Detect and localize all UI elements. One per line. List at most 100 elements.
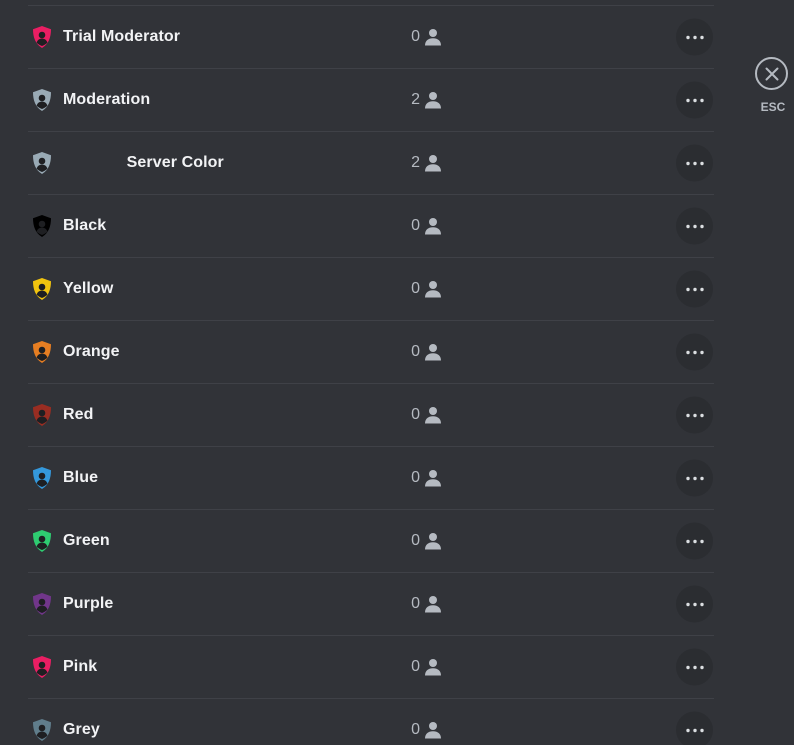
role-name: Orange (63, 343, 120, 360)
role-name: Red (63, 406, 94, 423)
shield-icon (31, 151, 53, 175)
role-row[interactable]: Orange 0 (28, 320, 714, 383)
shield-icon (31, 466, 53, 490)
more-options-button[interactable] (676, 81, 713, 119)
more-options-button[interactable] (676, 396, 713, 434)
shield-icon (31, 655, 53, 679)
more-options-button[interactable] (676, 585, 713, 623)
member-count-value: 2 (411, 154, 420, 171)
member-count: 0 (409, 721, 442, 739)
role-name: Moderation (63, 91, 151, 108)
person-icon (424, 217, 442, 235)
member-count: 0 (409, 469, 442, 487)
shield-icon (31, 592, 53, 616)
role-row[interactable]: Grey 0 (28, 698, 714, 745)
person-icon (424, 532, 442, 550)
more-options-button[interactable] (676, 648, 713, 686)
close-button[interactable] (755, 57, 788, 90)
more-options-icon (685, 602, 704, 606)
person-icon (424, 28, 442, 46)
shield-icon (31, 340, 53, 364)
member-count-value: 0 (411, 469, 420, 486)
role-row[interactable]: Purple 0 (28, 572, 714, 635)
more-options-icon (685, 224, 704, 228)
role-name: Purple (63, 595, 114, 612)
role-row[interactable]: Green 0 (28, 509, 714, 572)
role-name: Blue (63, 469, 99, 486)
person-icon (424, 154, 442, 172)
more-options-button[interactable] (676, 333, 713, 371)
member-count: 0 (409, 658, 442, 676)
role-row[interactable]: Yellow 0 (28, 257, 714, 320)
more-options-icon (685, 287, 704, 291)
more-options-button[interactable] (676, 18, 713, 56)
role-row[interactable]: Trial Moderator 0 (28, 5, 714, 68)
role-name: Trial Moderator (63, 28, 181, 45)
more-options-button[interactable] (676, 207, 713, 245)
shield-icon (31, 718, 53, 742)
member-count: 0 (409, 28, 442, 46)
member-count: 0 (409, 343, 442, 361)
role-name: Pink (63, 658, 98, 675)
person-icon (424, 658, 442, 676)
shield-icon (31, 25, 53, 49)
role-row[interactable]: Black 0 (28, 194, 714, 257)
role-name: Black (63, 217, 107, 234)
member-count-value: 2 (411, 91, 420, 108)
more-options-button[interactable] (676, 459, 713, 497)
more-options-button[interactable] (676, 711, 713, 745)
role-settings-page: Trial Moderator 0 Moderation 2 Server Color… (0, 0, 794, 745)
shield-icon (31, 88, 53, 112)
member-count-value: 0 (411, 595, 420, 612)
person-icon (424, 595, 442, 613)
more-options-icon (685, 665, 704, 669)
role-name: Grey (63, 721, 100, 738)
role-name: Server Color (63, 154, 224, 171)
role-row[interactable]: Moderation 2 (28, 68, 714, 131)
member-count-value: 0 (411, 406, 420, 423)
role-row[interactable]: Red 0 (28, 383, 714, 446)
person-icon (424, 469, 442, 487)
member-count: 2 (409, 154, 442, 172)
member-count-value: 0 (411, 721, 420, 738)
member-count-value: 0 (411, 658, 420, 675)
member-count: 0 (409, 217, 442, 235)
person-icon (424, 280, 442, 298)
more-options-icon (685, 35, 704, 39)
more-options-icon (685, 728, 704, 732)
person-icon (424, 721, 442, 739)
member-count: 0 (409, 280, 442, 298)
member-count-value: 0 (411, 217, 420, 234)
person-icon (424, 91, 442, 109)
member-count-value: 0 (411, 28, 420, 45)
role-list: Trial Moderator 0 Moderation 2 Server Color… (28, 5, 714, 745)
more-options-icon (685, 350, 704, 354)
member-count: 0 (409, 595, 442, 613)
member-count-value: 0 (411, 532, 420, 549)
more-options-icon (685, 98, 704, 102)
role-name: Green (63, 532, 110, 549)
more-options-button[interactable] (676, 270, 713, 308)
person-icon (424, 343, 442, 361)
more-options-icon (685, 539, 704, 543)
shield-icon (31, 529, 53, 553)
close-icon (765, 67, 778, 80)
more-options-button[interactable] (676, 522, 713, 560)
more-options-icon (685, 161, 704, 165)
member-count: 0 (409, 406, 442, 424)
more-options-icon (685, 413, 704, 417)
shield-icon (31, 277, 53, 301)
member-count: 0 (409, 532, 442, 550)
person-icon (424, 406, 442, 424)
member-count: 2 (409, 91, 442, 109)
esc-label: ESC (760, 100, 786, 114)
role-row[interactable]: Pink 0 (28, 635, 714, 698)
role-name: Yellow (63, 280, 114, 297)
member-count-value: 0 (411, 280, 420, 297)
more-options-button[interactable] (676, 144, 713, 182)
role-row[interactable]: Blue 0 (28, 446, 714, 509)
shield-icon (31, 403, 53, 427)
role-row[interactable]: Server Color 2 (28, 131, 714, 194)
close-area: ESC (755, 57, 791, 114)
member-count-value: 0 (411, 343, 420, 360)
